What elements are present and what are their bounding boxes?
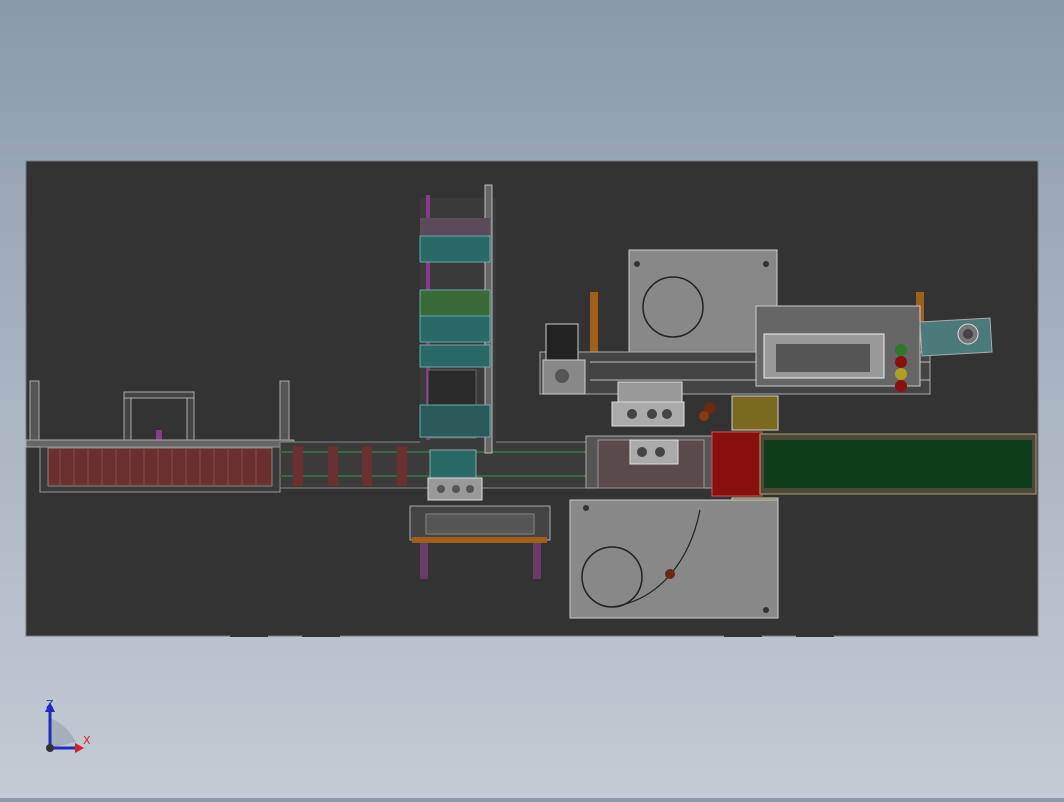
x-axis-label: X <box>83 734 91 747</box>
cad-viewport[interactable]: Z X <box>0 0 1064 798</box>
tray-stack <box>419 184 496 454</box>
assembly-drawing <box>25 160 1039 637</box>
base-foot-3 <box>724 633 762 637</box>
view-triad[interactable]: Z X <box>38 696 98 756</box>
upper-reel-plate <box>628 249 778 357</box>
base-foot-2 <box>302 633 340 637</box>
z-axis-label: Z <box>46 698 54 711</box>
base-foot-4 <box>796 633 834 637</box>
lower-reel-plate <box>569 499 779 619</box>
base-foot-1 <box>230 633 268 637</box>
outfeed-conveyor <box>759 433 1037 495</box>
